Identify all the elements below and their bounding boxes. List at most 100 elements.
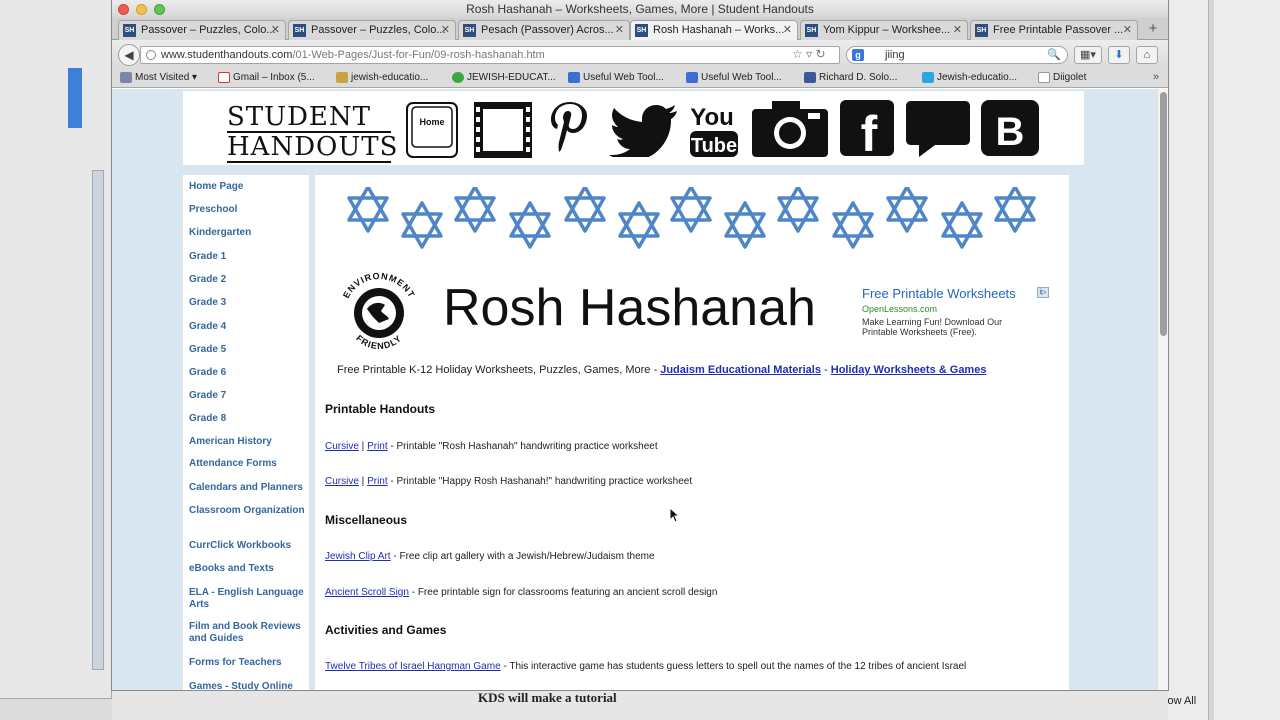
page-scrollbar[interactable]	[1157, 89, 1168, 690]
jewish-clip-art-link[interactable]: Jewish Clip Art	[325, 551, 391, 562]
holiday-worksheets-link[interactable]: Holiday Worksheets & Games	[831, 364, 987, 376]
bookmark-richard-solo[interactable]: Richard D. Solo...	[804, 68, 897, 87]
sidebar-item-kindergarten[interactable]: Kindergarten	[189, 227, 307, 239]
tab-yom-kippur[interactable]: SH Yom Kippur – Workshee... ✕	[800, 20, 968, 40]
sidebar-item-grade-6[interactable]: Grade 6	[189, 367, 307, 379]
print-link[interactable]: Print	[367, 441, 388, 452]
tab-free-printable-passover[interactable]: SH Free Printable Passover ... ✕	[970, 20, 1138, 40]
game-entry: Twelve Tribes of Israel Hangman Game - T…	[325, 661, 967, 672]
minimize-window-button[interactable]	[136, 4, 147, 15]
sidebar-item-film-and-book-reviews[interactable]: Film and Book Reviews and Guides	[189, 621, 307, 645]
tab-rosh-hashanah[interactable]: SH Rosh Hashanah – Works... ✕	[630, 20, 798, 40]
blogger-icon[interactable]: B	[980, 99, 1040, 162]
bookmark-star-icon[interactable]: ☆	[792, 47, 803, 61]
cursive-link[interactable]: Cursive	[325, 441, 359, 452]
twitter-bird-icon[interactable]	[603, 103, 683, 162]
sidebar-item-ela[interactable]: ELA - English Language Arts	[189, 587, 307, 611]
sidebar-item-calendars-and-planners[interactable]: Calendars and Planners	[189, 482, 307, 494]
reload-icon[interactable]: ↻	[815, 47, 825, 61]
google-search-engine-icon[interactable]: g	[852, 49, 864, 61]
sidebar-item-ebooks-and-texts[interactable]: eBooks and Texts	[189, 563, 307, 575]
studenthandouts-favicon: SH	[635, 24, 648, 37]
star-of-david-icon	[454, 187, 496, 233]
tab-bar: SH Passover – Puzzles, Colo... ✕ SH Pass…	[112, 18, 1168, 40]
twitter-icon	[922, 72, 934, 83]
close-tab-icon[interactable]: ✕	[615, 21, 624, 40]
sidebar-item-classroom-organization[interactable]: Classroom Organization	[189, 505, 307, 517]
close-tab-icon[interactable]: ✕	[783, 21, 792, 40]
chat-bubble-icon[interactable]	[905, 99, 971, 164]
sidebar-item-american-history[interactable]: American History	[189, 436, 307, 448]
tab-passover-puzzles-2[interactable]: SH Passover – Puzzles, Colo... ✕	[288, 20, 456, 40]
pinterest-icon[interactable]	[547, 99, 593, 162]
address-bar[interactable]: www.studenthandouts.com/01-Web-Pages/Jus…	[140, 46, 840, 64]
bookmark-jewish-education-1[interactable]: jewish-educatio...	[336, 68, 428, 87]
close-tab-icon[interactable]: ✕	[271, 21, 280, 40]
sidebar-nav: Home Page Preschool Kindergarten Grade 1…	[183, 175, 309, 690]
studenthandouts-favicon: SH	[975, 24, 988, 37]
ad-title-link[interactable]: Free Printable Worksheets	[862, 286, 1052, 302]
ad-block[interactable]: Free Printable Worksheets OpenLessons.co…	[862, 286, 1052, 337]
close-window-button[interactable]	[118, 4, 129, 15]
ad-url[interactable]: OpenLessons.com	[862, 303, 1052, 315]
film-icon[interactable]	[473, 101, 533, 164]
background-document: KDS will make a tutorial	[112, 690, 1168, 720]
sidebar-item-home-page[interactable]: Home Page	[189, 181, 307, 193]
bookmark-diigolet[interactable]: Diigolet	[1038, 68, 1086, 87]
sidebar-item-grade-4[interactable]: Grade 4	[189, 321, 307, 333]
star-of-david-icon	[509, 201, 551, 249]
sidebar-item-grade-7[interactable]: Grade 7	[189, 390, 307, 402]
zoom-window-button[interactable]	[154, 4, 165, 15]
bookmark-twitter-jewish-education[interactable]: Jewish-educatio...	[922, 68, 1017, 87]
sidebar-item-attendance-forms[interactable]: Attendance Forms	[189, 458, 307, 470]
adchoices-icon[interactable]: i▷	[1037, 287, 1049, 298]
downloads-button[interactable]: ⬇	[1108, 46, 1130, 64]
search-input[interactable]: g jiing 🔍	[846, 46, 1068, 64]
bookmark-gmail[interactable]: Gmail – Inbox (5...	[218, 68, 315, 87]
bookmarks-overflow-icon[interactable]: »	[1153, 68, 1159, 87]
section-heading-miscellaneous: Miscellaneous	[325, 513, 408, 527]
close-tab-icon[interactable]: ✕	[953, 21, 962, 40]
sidebar-item-grade-1[interactable]: Grade 1	[189, 251, 307, 263]
navigation-bar: ◀ www.studenthandouts.com/01-Web-Pages/J…	[112, 40, 1168, 68]
home-button[interactable]: ⌂	[1136, 46, 1158, 64]
search-icon[interactable]: 🔍	[1047, 47, 1061, 63]
url-host: www.studenthandouts.com	[161, 49, 293, 61]
print-link[interactable]: Print	[367, 476, 388, 487]
tab-label: Passover – Puzzles, Colo...	[311, 24, 446, 36]
tab-label: Pesach (Passover) Acros...	[481, 24, 614, 36]
bookmark-useful-web-tools-2[interactable]: Useful Web Tool...	[686, 68, 782, 87]
home-key-icon[interactable]: Home	[405, 101, 459, 164]
back-button[interactable]: ◀	[118, 44, 140, 66]
sidebar-item-grade-5[interactable]: Grade 5	[189, 344, 307, 356]
sidebar-item-grade-8[interactable]: Grade 8	[189, 413, 307, 425]
addon-menu-button[interactable]: ▦▾	[1074, 46, 1102, 64]
tab-pesach-acrostic[interactable]: SH Pesach (Passover) Acros... ✕	[458, 20, 630, 40]
close-tab-icon[interactable]: ✕	[1123, 21, 1132, 40]
sidebar-item-grade-3[interactable]: Grade 3	[189, 297, 307, 309]
sidebar-item-currclick-workbooks[interactable]: CurrClick Workbooks	[189, 540, 307, 552]
star-of-david-icon	[724, 201, 766, 249]
ancient-scroll-sign-link[interactable]: Ancient Scroll Sign	[325, 587, 409, 598]
history-dropdown-icon[interactable]: ▿	[806, 47, 812, 61]
facebook-icon[interactable]: f	[839, 99, 895, 162]
bookmark-useful-web-tools-1[interactable]: Useful Web Tool...	[568, 68, 664, 87]
page-scrollbar-thumb[interactable]	[1160, 92, 1167, 336]
tab-passover-puzzles-1[interactable]: SH Passover – Puzzles, Colo... ✕	[118, 20, 286, 40]
bookmarks-toolbar: Most Visited ▾ Gmail – Inbox (5... jewis…	[112, 68, 1168, 88]
bookmark-jewish-education-2[interactable]: JEWISH-EDUCAT...	[452, 68, 556, 87]
close-tab-icon[interactable]: ✕	[441, 21, 450, 40]
sidebar-item-preschool[interactable]: Preschool	[189, 204, 307, 216]
student-handouts-logo[interactable]: STUDENT HANDOUTS	[227, 103, 397, 163]
twelve-tribes-hangman-link[interactable]: Twelve Tribes of Israel Hangman Game	[325, 661, 501, 672]
sidebar-item-games-study-online[interactable]: Games - Study Online	[189, 681, 307, 690]
youtube-icon[interactable]: You Tube	[688, 101, 740, 164]
bookmark-most-visited[interactable]: Most Visited ▾	[120, 68, 197, 87]
camera-icon[interactable]	[750, 99, 830, 164]
sidebar-item-forms-for-teachers[interactable]: Forms for Teachers	[189, 657, 307, 669]
cursive-link[interactable]: Cursive	[325, 476, 359, 487]
sidebar-item-grade-2[interactable]: Grade 2	[189, 274, 307, 286]
google-docs-icon	[686, 72, 698, 83]
judaism-materials-link[interactable]: Judaism Educational Materials	[660, 364, 821, 376]
new-tab-button[interactable]: +	[1142, 20, 1164, 39]
